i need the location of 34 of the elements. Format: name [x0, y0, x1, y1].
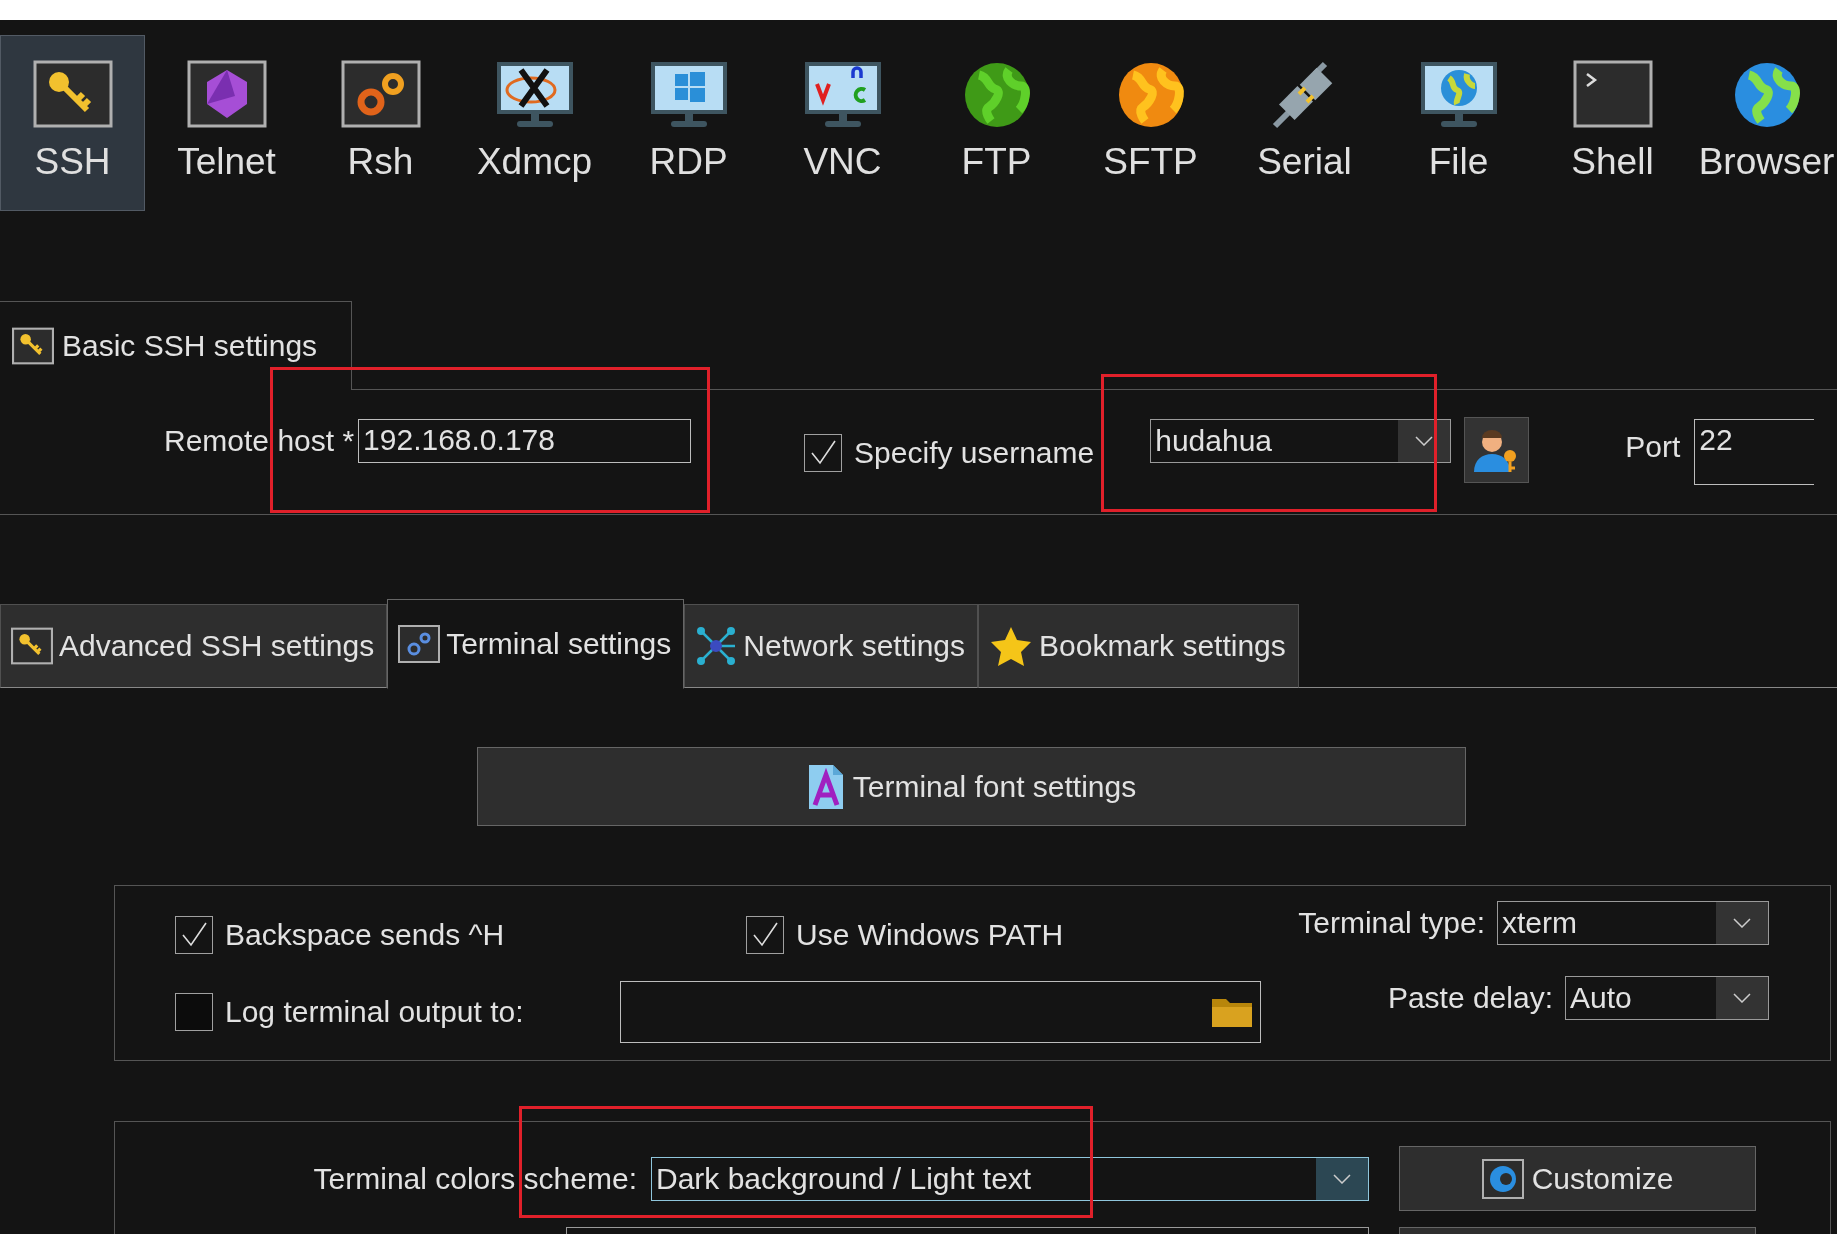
field-label: Remote host *: [164, 423, 355, 459]
font-settings-button[interactable]: Terminal font settings: [477, 747, 1466, 826]
field-label: Port: [1625, 429, 1681, 465]
toolbar-button[interactable]: Serial: [1232, 35, 1377, 211]
field-label: Paste delay:: [1387, 980, 1553, 1016]
settings-tab[interactable]: Network settings: [684, 604, 979, 688]
checkbox-label: Specify username: [854, 435, 1095, 471]
checkbox-label: Use Windows PATH: [796, 917, 1064, 953]
toolbar-button[interactable]: Rsh: [308, 35, 453, 211]
settings-tab[interactable]: Bookmark settings: [978, 604, 1299, 688]
toolbar-button[interactable]: Telnet: [154, 35, 299, 211]
settings-tab[interactable]: Basic SSH settings: [0, 301, 352, 390]
toolbar-button[interactable]: File: [1386, 35, 1531, 211]
toolbar-button[interactable]: Xdmcp: [462, 35, 607, 211]
toolbar-button[interactable]: Browser: [1694, 35, 1837, 211]
dropdown[interactable]: Auto: [1565, 976, 1769, 1020]
checkbox-label: Log terminal output to:: [225, 994, 524, 1030]
toolbar-button[interactable]: RDP: [616, 35, 761, 211]
toolbar-button[interactable]: VNC: [770, 35, 915, 211]
toolbar-button[interactable]: FTP: [924, 35, 1069, 211]
toolbar-button[interactable]: Shell: [1540, 35, 1685, 211]
dropdown[interactable]: xterm: [1497, 901, 1769, 945]
field-label: Terminal colors scheme:: [313, 1160, 637, 1197]
settings-tab[interactable]: Terminal settings: [387, 599, 685, 689]
input-field[interactable]: 192.168.0.178: [358, 419, 692, 463]
settings-tab[interactable]: Advanced SSH settings: [0, 604, 388, 688]
username-dropdown[interactable]: hudahua: [1150, 419, 1452, 463]
field-label: Terminal type:: [1298, 905, 1485, 941]
toolbar-button[interactable]: SFTP: [1078, 35, 1223, 211]
input-field[interactable]: 22: [1694, 419, 1815, 485]
checkbox-label: Backspace sends ^H: [225, 917, 505, 953]
toolbar-button[interactable]: SSH: [0, 35, 145, 211]
color-scheme-dropdown[interactable]: Dark background / Light text: [651, 1156, 1369, 1201]
customize-button[interactable]: Customize: [1399, 1146, 1756, 1211]
